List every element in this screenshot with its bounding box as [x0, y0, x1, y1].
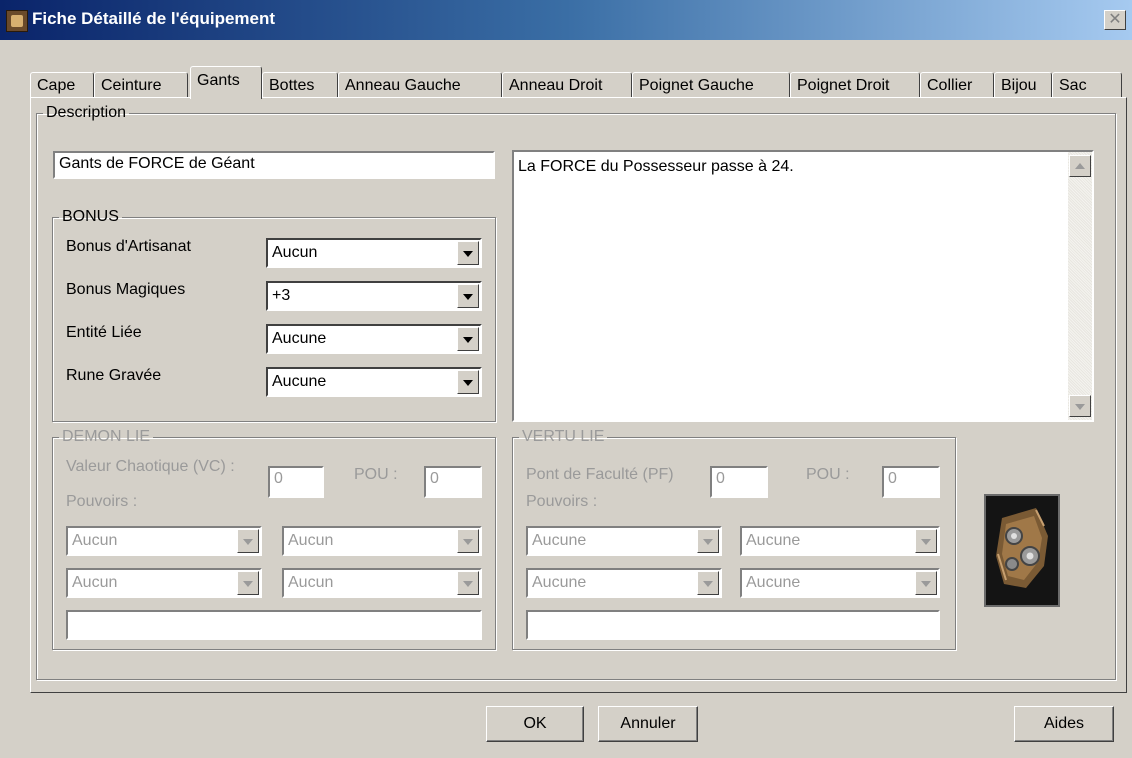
vertu-power-select-1[interactable]: Aucune	[526, 526, 722, 556]
artisanat-value: Aucun	[272, 244, 318, 261]
entite-label: Entité Liée	[66, 324, 142, 341]
rune-label: Rune Gravée	[66, 367, 162, 384]
item-name-field[interactable]: Gants de FORCE de Géant	[53, 151, 495, 179]
vertu-power-1-value: Aucune	[532, 532, 587, 549]
artisanat-label: Bonus d'Artisanat	[66, 238, 191, 255]
demon-pou-field[interactable]: 0	[424, 466, 482, 498]
pf-field[interactable]: 0	[710, 466, 768, 498]
magiques-select[interactable]: +3	[266, 281, 482, 311]
vertu-power-select-4[interactable]: Aucune	[740, 568, 940, 598]
demon-legend: DEMON LIE	[62, 428, 151, 445]
chevron-down-icon[interactable]	[457, 529, 479, 553]
vertu-pou-field[interactable]: 0	[882, 466, 940, 498]
rune-value: Aucune	[272, 373, 327, 390]
vc-field[interactable]: 0	[268, 466, 324, 498]
demon-power-select-1[interactable]: Aucun	[66, 526, 262, 556]
description-text: La FORCE du Possesseur passe à 24.	[518, 158, 794, 175]
chevron-down-icon[interactable]	[237, 529, 259, 553]
artisanat-select[interactable]: Aucun	[266, 238, 482, 268]
demon-power-4-value: Aucun	[288, 574, 334, 591]
pf-label: Pont de Faculté (PF)	[526, 466, 674, 483]
demon-power-select-2[interactable]: Aucun	[282, 526, 482, 556]
demon-power-select-3[interactable]: Aucun	[66, 568, 262, 598]
chevron-down-icon[interactable]	[457, 284, 479, 308]
rune-select[interactable]: Aucune	[266, 367, 482, 397]
description-textarea[interactable]: La FORCE du Possesseur passe à 24.	[512, 150, 1094, 422]
chevron-down-icon[interactable]	[697, 571, 719, 595]
vertu-legend: VERTU LIE	[522, 428, 605, 445]
chevron-down-icon[interactable]	[457, 370, 479, 394]
chevron-down-icon[interactable]	[697, 529, 719, 553]
entite-value: Aucune	[272, 330, 327, 347]
vertu-power-select-3[interactable]: Aucune	[526, 568, 722, 598]
demon-power-2-value: Aucun	[288, 532, 334, 549]
bonus-legend: BONUS	[62, 208, 119, 225]
vertu-power-4-value: Aucune	[746, 574, 801, 591]
chevron-down-icon[interactable]	[457, 327, 479, 351]
magiques-label: Bonus Magiques	[66, 281, 186, 298]
vertu-power-2-value: Aucune	[746, 532, 801, 549]
demon-pou-label: POU :	[354, 466, 398, 483]
vc-label: Valeur Chaotique (VC) :	[66, 458, 235, 475]
chevron-down-icon[interactable]	[915, 571, 937, 595]
vertu-text-field[interactable]	[526, 610, 940, 640]
entite-select[interactable]: Aucune	[266, 324, 482, 354]
vertical-scrollbar[interactable]	[1068, 152, 1092, 420]
demon-text-field[interactable]	[66, 610, 482, 640]
demon-power-3-value: Aucun	[72, 574, 118, 591]
vertu-pou-label: POU :	[806, 466, 850, 483]
vertu-power-3-value: Aucune	[532, 574, 587, 591]
chevron-down-icon[interactable]	[457, 571, 479, 595]
demon-power-1-value: Aucun	[72, 532, 118, 549]
magiques-value: +3	[272, 287, 291, 304]
chevron-down-icon[interactable]	[237, 571, 259, 595]
demon-power-select-4[interactable]: Aucun	[282, 568, 482, 598]
form-layer: Gants de FORCE de Géant La FORCE du Poss…	[0, 0, 1132, 758]
chevron-down-icon[interactable]	[915, 529, 937, 553]
demon-pouvoirs-label: Pouvoirs :	[66, 493, 138, 510]
gauntlet-icon	[984, 494, 1060, 607]
vertu-power-select-2[interactable]: Aucune	[740, 526, 940, 556]
scroll-up-icon[interactable]	[1069, 155, 1091, 177]
scroll-down-icon[interactable]	[1069, 395, 1091, 417]
chevron-down-icon[interactable]	[457, 241, 479, 265]
vertu-pouvoirs-label: Pouvoirs :	[526, 493, 598, 510]
